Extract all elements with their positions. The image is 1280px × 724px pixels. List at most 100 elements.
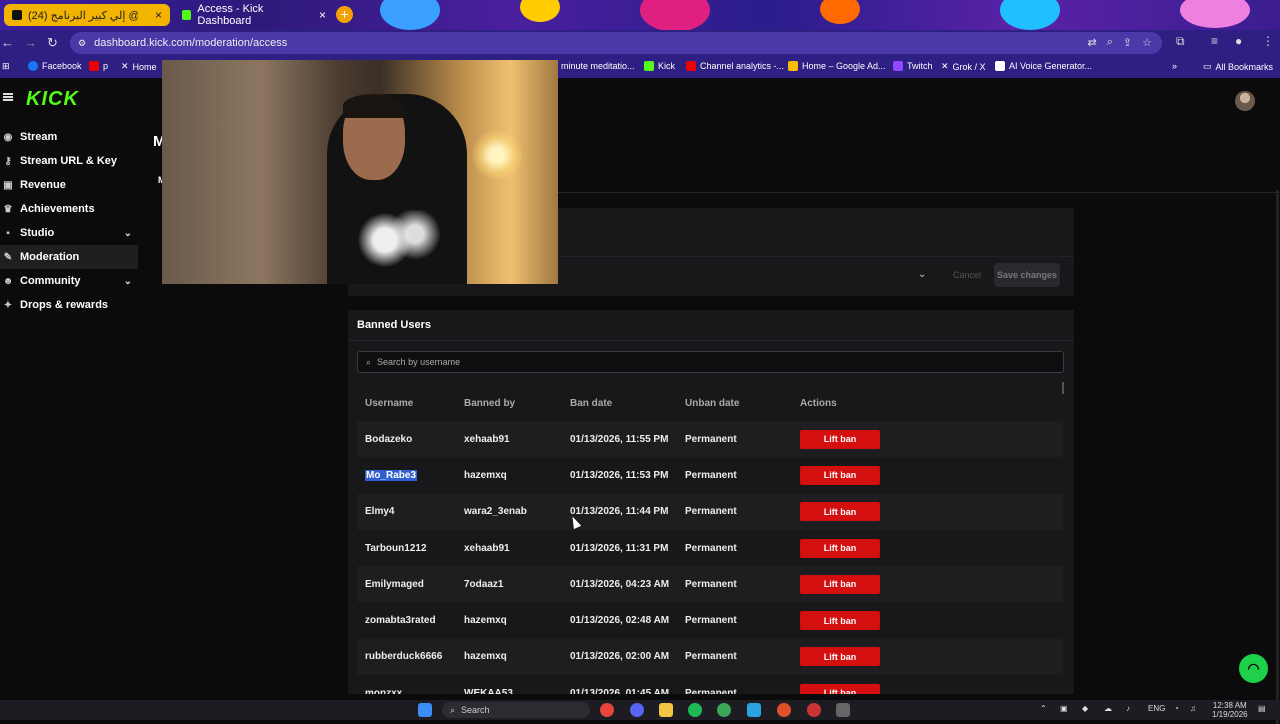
spotify-icon[interactable]	[688, 703, 702, 717]
close-tab-icon[interactable]: ×	[155, 8, 162, 22]
close-tab-icon[interactable]: ×	[319, 8, 326, 22]
selected-username[interactable]: Mo_Rabe3	[365, 469, 418, 481]
discord-icon[interactable]	[630, 703, 644, 717]
bookmark-home[interactable]: ✕ Home	[121, 61, 157, 72]
sidebar-item-moderation[interactable]: ✎ Moderation	[0, 245, 138, 269]
save-changes-button[interactable]: Save changes	[994, 263, 1060, 287]
search-input[interactable]	[377, 357, 978, 367]
lift-ban-button[interactable]: Lift ban	[800, 429, 880, 449]
reload-icon[interactable]: ↻	[47, 35, 58, 51]
forward-icon[interactable]: →	[24, 35, 37, 50]
url-bar[interactable]: ⚙ dashboard.kick.com/moderation/access ⇄…	[70, 32, 1162, 54]
username-cell[interactable]: Tarboun1212	[357, 530, 456, 566]
bookmark-facebook[interactable]: Facebook	[28, 61, 82, 71]
more-bookmarks-icon[interactable]: »	[1172, 61, 1177, 71]
bookmark-p[interactable]: p	[89, 61, 108, 71]
all-bookmarks[interactable]: ▭ All Bookmarks	[1203, 61, 1273, 72]
bookmark-google-ads[interactable]: Home – Google Ad...	[788, 61, 886, 71]
user-avatar[interactable]	[1235, 91, 1255, 111]
x-icon: ✕	[121, 61, 129, 71]
search-box[interactable]: ⌕	[357, 351, 1064, 373]
page-scrollbar[interactable]	[1276, 190, 1279, 724]
onedrive-icon[interactable]: ☁	[1104, 704, 1112, 713]
sidebar-item-studio[interactable]: ▪ Studio ⌄	[0, 221, 138, 245]
windows-start-icon[interactable]	[418, 703, 432, 717]
volume-icon[interactable]: ♫	[1190, 704, 1196, 713]
kick-logo[interactable]: KICK	[26, 88, 79, 111]
username-cell[interactable]: zomabta3rated	[357, 602, 456, 638]
profile-icon[interactable]: ●	[1235, 34, 1242, 48]
notifications-icon[interactable]: ▤	[1258, 704, 1266, 713]
hamburger-menu-icon[interactable]	[3, 93, 13, 101]
unban-date-cell: Permanent	[685, 651, 737, 663]
lift-ban-button[interactable]: Lift ban	[800, 647, 880, 667]
extensions-icon[interactable]: ⧉	[1176, 34, 1185, 49]
browser-tab-kick[interactable]: Access - Kick Dashboard ×	[174, 3, 334, 27]
apps-grid-icon[interactable]: ⊞	[2, 61, 10, 72]
bookmark-star-icon[interactable]: ☆	[1142, 36, 1152, 49]
wallpaper-shape	[1000, 0, 1060, 30]
banned-by-cell: 7odaaz1	[464, 578, 504, 590]
file-explorer-icon[interactable]	[659, 703, 673, 717]
username-cell[interactable]: Emilymaged	[357, 566, 456, 602]
wallpaper-shape	[1180, 0, 1250, 28]
lift-ban-button[interactable]: Lift ban	[800, 465, 880, 485]
translate-icon[interactable]: ⇄	[1088, 36, 1097, 49]
sidebar-item-revenue[interactable]: ▣ Revenue	[0, 173, 138, 197]
wallpaper-shape	[520, 0, 560, 22]
username-cell[interactable]: Elmy4	[357, 494, 456, 530]
sidebar-item-drops-rewards[interactable]: ✦ Drops & rewards	[0, 293, 138, 317]
bookmark-meditation[interactable]: minute meditatio...	[561, 61, 635, 71]
sidebar-item-stream-url-key[interactable]: ⚷ Stream URL & Key	[0, 149, 138, 173]
chevron-up-icon[interactable]: ⌃	[1040, 704, 1047, 713]
column-header-unban-date[interactable]: Unban date	[677, 385, 792, 421]
tray-app-icon[interactable]: ◆	[1082, 704, 1088, 713]
lift-ban-button[interactable]: Lift ban	[800, 574, 880, 594]
clock[interactable]: 12:38 AM 1/19/2026	[1212, 701, 1248, 719]
site-info-icon[interactable]: ⚙	[78, 38, 86, 49]
support-chat-button[interactable]: ◠	[1239, 654, 1268, 683]
column-header-banned-by[interactable]: Banned by	[456, 385, 562, 421]
kebab-menu-icon[interactable]: ⋮	[1262, 34, 1274, 48]
username-cell[interactable]: rubberduck6666	[357, 639, 456, 675]
sidebar-item-stream[interactable]: ◉ Stream	[0, 125, 138, 149]
lift-ban-button[interactable]: Lift ban	[800, 502, 880, 522]
zoom-icon[interactable]: ⌕	[1107, 36, 1113, 49]
brave-icon[interactable]	[777, 703, 791, 717]
app-icon[interactable]	[807, 703, 821, 717]
back-icon[interactable]: ←	[1, 35, 14, 50]
unban-date-cell: Permanent	[685, 578, 737, 590]
column-header-ban-date[interactable]: Ban date	[562, 385, 677, 421]
sidebar-item-community[interactable]: ☻ Community ⌄	[0, 269, 138, 293]
browser-tab-tiktok[interactable]: (24) إلي كبير البرنامج @nafas... ×	[4, 4, 170, 26]
sidebar-item-achievements[interactable]: ♛ Achievements	[0, 197, 138, 221]
username-cell[interactable]: Bodazeko	[357, 421, 456, 457]
tray-app-icon[interactable]: ▣	[1060, 704, 1068, 713]
taskbar-search[interactable]: ⌕ Search	[442, 702, 590, 718]
bookmark-grok[interactable]: ✕ Grok / X	[941, 61, 986, 72]
lift-ban-button[interactable]: Lift ban	[800, 538, 880, 558]
column-header-username[interactable]: Username	[357, 385, 456, 421]
chevron-down-icon[interactable]: ⌄	[918, 269, 926, 280]
menu-icon[interactable]: ≡	[1211, 34, 1218, 48]
chrome-icon[interactable]	[600, 703, 614, 717]
lift-ban-button[interactable]: Lift ban	[800, 683, 880, 694]
lift-ban-button[interactable]: Lift ban	[800, 611, 880, 631]
settings-icon[interactable]	[836, 703, 850, 717]
share-icon[interactable]: ⇪	[1123, 36, 1132, 49]
banned-users-table: Username Banned by Ban date Unban date A…	[357, 385, 1063, 694]
bookmark-kick[interactable]: Kick	[644, 61, 675, 71]
wrench-icon: ✎	[3, 251, 13, 263]
app-icon[interactable]	[717, 703, 731, 717]
bookmark-ai-voice[interactable]: AI Voice Generator...	[995, 61, 1092, 71]
username-cell[interactable]: monzxx	[357, 675, 456, 694]
language-indicator[interactable]: ENG	[1148, 704, 1165, 713]
username-cell[interactable]: Mo_Rabe3	[357, 457, 456, 493]
cancel-button[interactable]: Cancel	[952, 263, 982, 287]
telegram-icon[interactable]	[747, 703, 761, 717]
bookmark-twitch[interactable]: Twitch	[893, 61, 933, 71]
new-tab-button[interactable]: +	[336, 6, 353, 23]
wifi-icon[interactable]: ◔	[1174, 704, 1179, 713]
microphone-icon[interactable]: ♪	[1126, 704, 1130, 713]
bookmark-channel-analytics[interactable]: Channel analytics -...	[686, 61, 784, 71]
